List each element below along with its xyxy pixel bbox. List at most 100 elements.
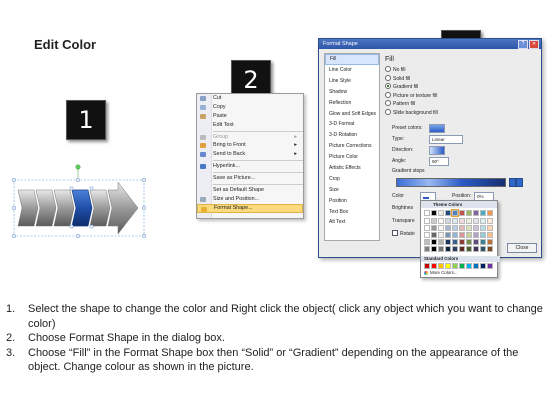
- menu-item-group[interactable]: Group ▸: [197, 133, 303, 142]
- color-swatch[interactable]: [445, 232, 451, 238]
- color-swatch[interactable]: [424, 218, 430, 224]
- color-swatch[interactable]: [487, 232, 493, 238]
- color-swatch[interactable]: [431, 239, 437, 245]
- fill-option-no-fill[interactable]: No fill: [385, 66, 406, 73]
- standard-color-swatch[interactable]: [466, 263, 472, 269]
- color-swatch[interactable]: [438, 232, 444, 238]
- fill-option-solid-fill[interactable]: Solid fill: [385, 74, 410, 82]
- color-swatch[interactable]: [445, 239, 451, 245]
- color-swatch[interactable]: [459, 225, 465, 231]
- remove-stop-button[interactable]: [516, 178, 523, 187]
- color-swatch[interactable]: [487, 239, 493, 245]
- category-3-d-rotation[interactable]: 3-D Rotation: [325, 130, 379, 141]
- color-swatch[interactable]: [424, 225, 430, 231]
- color-swatch[interactable]: [459, 218, 465, 224]
- color-swatch[interactable]: [466, 225, 472, 231]
- rotate-checkbox[interactable]: Rotate: [392, 230, 415, 238]
- standard-color-swatch[interactable]: [487, 263, 493, 269]
- color-swatch[interactable]: [473, 218, 479, 224]
- category-glow-and-soft-edges[interactable]: Glow and Soft Edges: [325, 109, 379, 120]
- standard-color-swatch[interactable]: [459, 263, 465, 269]
- menu-item-hyperlink[interactable]: Hyperlink...: [197, 162, 303, 171]
- menu-item-size-and-position[interactable]: Size and Position...: [197, 195, 303, 204]
- color-swatch[interactable]: [438, 210, 444, 216]
- color-swatch[interactable]: [473, 239, 479, 245]
- color-swatch[interactable]: [473, 225, 479, 231]
- angle-input[interactable]: 90°: [429, 157, 449, 166]
- color-swatch[interactable]: [445, 246, 451, 252]
- more-colors-option[interactable]: More Colors...: [424, 270, 458, 275]
- standard-color-swatch[interactable]: [452, 263, 458, 269]
- color-swatch[interactable]: [466, 218, 472, 224]
- standard-color-swatch[interactable]: [424, 263, 430, 269]
- color-swatch[interactable]: [480, 239, 486, 245]
- color-swatch[interactable]: [459, 210, 465, 216]
- category-line-color[interactable]: Line Color: [325, 65, 379, 76]
- category-position[interactable]: Position: [325, 196, 379, 207]
- color-swatch[interactable]: [452, 239, 458, 245]
- color-swatch[interactable]: [480, 225, 486, 231]
- fill-option-pattern-fill[interactable]: Pattern fill: [385, 100, 415, 107]
- add-stop-button[interactable]: [509, 178, 516, 187]
- gradient-stops-bar[interactable]: [396, 178, 506, 187]
- standard-color-swatch[interactable]: [480, 263, 486, 269]
- standard-color-swatch[interactable]: [431, 263, 437, 269]
- menu-item-copy[interactable]: Copy: [197, 103, 303, 112]
- color-swatch[interactable]: [424, 232, 430, 238]
- category-artistic-effects[interactable]: Artistic Effects: [325, 163, 379, 174]
- selected-arrow-shape[interactable]: [10, 160, 150, 240]
- color-swatch[interactable]: [480, 210, 486, 216]
- color-swatch[interactable]: [431, 246, 437, 252]
- close-icon[interactable]: ✕: [529, 40, 539, 49]
- color-swatch[interactable]: [431, 210, 437, 216]
- color-swatch[interactable]: [459, 246, 465, 252]
- menu-item-cut[interactable]: Cut: [197, 94, 303, 103]
- category-3-d-format[interactable]: 3-D Format: [325, 119, 379, 130]
- color-swatch[interactable]: [451, 209, 459, 217]
- category-size[interactable]: Size: [325, 185, 379, 196]
- color-swatch[interactable]: [487, 225, 493, 231]
- color-swatch[interactable]: [466, 239, 472, 245]
- category-line-style[interactable]: Line Style: [325, 76, 379, 87]
- color-swatch[interactable]: [480, 218, 486, 224]
- color-swatch[interactable]: [424, 239, 430, 245]
- menu-item-set-as-default-shape[interactable]: Set as Default Shape: [197, 186, 303, 195]
- category-text-box[interactable]: Text Box: [325, 207, 379, 218]
- category-fill[interactable]: Fill: [325, 54, 379, 65]
- color-swatch[interactable]: [480, 246, 486, 252]
- menu-item-send-to-back[interactable]: Send to Back ▸: [197, 150, 303, 159]
- fill-option-slide-background-fill[interactable]: Slide background fill: [385, 109, 438, 116]
- preset-colors-dropdown[interactable]: [429, 124, 445, 133]
- category-shadow[interactable]: Shadow: [325, 87, 379, 98]
- menu-item-bring-to-front[interactable]: Bring to Front ▸: [197, 141, 303, 150]
- color-swatch[interactable]: [473, 232, 479, 238]
- color-swatch[interactable]: [445, 225, 451, 231]
- color-swatch[interactable]: [438, 239, 444, 245]
- standard-color-swatch[interactable]: [445, 263, 451, 269]
- color-swatch[interactable]: [431, 232, 437, 238]
- close-button[interactable]: Close: [507, 243, 537, 253]
- category-alt-text[interactable]: Alt Text: [325, 217, 379, 228]
- category-picture-corrections[interactable]: Picture Corrections: [325, 141, 379, 152]
- menu-item-edit-text[interactable]: Edit Text: [197, 121, 303, 130]
- fill-option-gradient-fill[interactable]: Gradient fill: [385, 83, 418, 90]
- color-swatch[interactable]: [452, 218, 458, 224]
- color-swatch[interactable]: [473, 246, 479, 252]
- type-select[interactable]: Linear: [429, 135, 463, 144]
- color-swatch[interactable]: [459, 239, 465, 245]
- color-swatch[interactable]: [424, 246, 430, 252]
- color-swatch[interactable]: [459, 232, 465, 238]
- color-swatch[interactable]: [466, 210, 472, 216]
- help-icon[interactable]: ?: [518, 40, 528, 49]
- menu-item-format-shape[interactable]: Format Shape...: [197, 203, 303, 213]
- color-swatch[interactable]: [466, 232, 472, 238]
- category-crop[interactable]: Crop: [325, 174, 379, 185]
- color-swatch[interactable]: [424, 210, 430, 216]
- fill-option-picture-or-texture-fill[interactable]: Picture or texture fill: [385, 91, 437, 99]
- color-swatch[interactable]: [487, 210, 493, 216]
- color-swatch[interactable]: [438, 218, 444, 224]
- direction-dropdown[interactable]: [429, 146, 445, 155]
- standard-color-swatch[interactable]: [473, 263, 479, 269]
- color-swatch[interactable]: [452, 232, 458, 238]
- color-swatch[interactable]: [445, 210, 451, 216]
